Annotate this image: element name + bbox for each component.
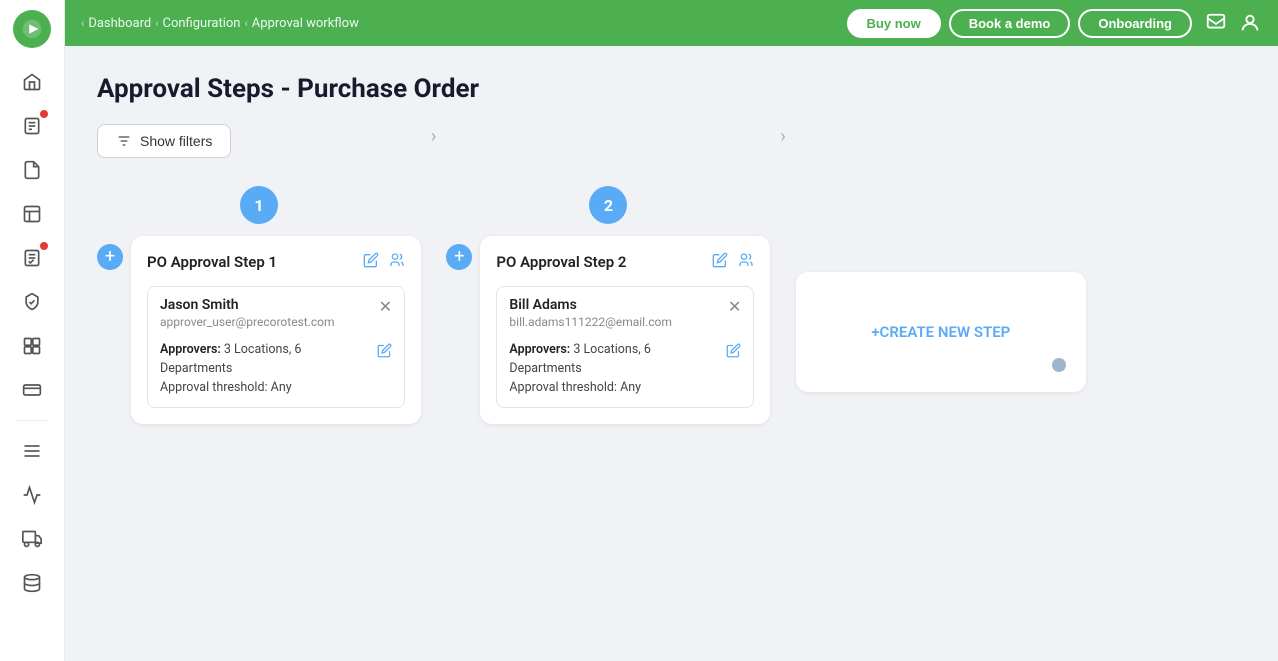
step-2-edit-approver-button[interactable] [726,343,741,362]
notifications-icon[interactable] [1204,11,1228,35]
breadcrumb-configuration[interactable]: Configuration [163,16,241,31]
add-before-step-2-button[interactable]: + [446,244,472,270]
step-1-wrapper: 1 + PO Approval Step 1 [97,186,421,424]
breadcrumb: ‹ Dashboard ‹ Configuration ‹ Approval w… [81,16,847,31]
step-1-approver-email: approver_user@precorotest.com [160,315,392,329]
breadcrumb-arrow-0: ‹ [81,17,84,30]
sidebar-orders[interactable] [14,196,50,232]
step-1-approver-row: Jason Smith approver_user@precorotest.co… [147,286,405,408]
sidebar-payments[interactable] [14,372,50,408]
app-logo[interactable] [13,10,51,48]
drag-dot [1052,358,1066,372]
step-2-wrapper: 2 + PO Approval Step 2 [446,186,770,424]
step-1-col: 1 + PO Approval Step 1 [97,186,421,424]
page-title: Approval Steps - Purchase Order [97,74,1246,104]
filter-icon [116,133,132,149]
step-2-approver-row: Bill Adams bill.adams111222@email.com ✕ … [496,286,754,408]
step-1-actions [363,252,405,272]
arrow-1: › [421,126,446,147]
sidebar-documents[interactable] [14,152,50,188]
onboarding-button[interactable]: Onboarding [1078,9,1192,38]
step-2-approver-info: Approvers: 3 Locations, 6 Departments Ap… [509,341,718,397]
breadcrumb-arrow-2: ‹ [244,17,247,30]
content-area: Approval Steps - Purchase Order Show fil… [65,46,1278,661]
sidebar-compliance[interactable] [14,284,50,320]
step-1-edit-approver-button[interactable] [377,343,392,362]
step-2-approver-name: Bill Adams [509,297,741,313]
arrow-2: › [770,126,795,147]
step-2-actions [712,252,754,272]
step-2-number: 2 [589,186,627,224]
show-filters-button[interactable]: Show filters [97,124,231,158]
step-2-header: PO Approval Step 2 [496,252,754,272]
step-2-title: PO Approval Step 2 [496,253,626,271]
step-1-card: PO Approval Step 1 [131,236,421,424]
show-filters-label: Show filters [140,133,212,149]
topnav: ‹ Dashboard ‹ Configuration ‹ Approval w… [65,0,1278,46]
sidebar-menu[interactable] [14,433,50,469]
buy-now-button[interactable]: Buy now [847,9,941,38]
breadcrumb-arrow-1: ‹ [155,17,158,30]
step-1-approver-details: Approvers: 3 Locations, 6 Departments Ap… [160,341,392,397]
sidebar-requests[interactable] [14,108,50,144]
breadcrumb-approval-workflow[interactable]: Approval workflow [252,16,359,31]
step-1-header: PO Approval Step 1 [147,252,405,272]
step-1-edit-icon[interactable] [363,252,379,272]
step-2-approver-details: Approvers: 3 Locations, 6 Departments Ap… [509,341,741,397]
step-1-remove-approver-button[interactable]: ✕ [379,297,392,316]
step-1-users-icon[interactable] [389,252,405,272]
create-step-label: +CREATE NEW STEP [871,323,1010,341]
sidebar-inventory[interactable] [14,328,50,364]
step-2-col: 2 + PO Approval Step 2 [446,186,770,424]
sidebar-divider [17,420,47,421]
book-demo-button[interactable]: Book a demo [949,9,1071,38]
step-1-title: PO Approval Step 1 [147,253,277,271]
step-1-number: 1 [240,186,278,224]
topnav-buttons: Buy now Book a demo Onboarding [847,9,1192,38]
step-1-approver-info: Approvers: 3 Locations, 6 Departments Ap… [160,341,369,397]
create-new-step-button[interactable]: +CREATE NEW STEP [796,272,1086,392]
step-2-approver-email: bill.adams111222@email.com [509,315,741,329]
breadcrumb-dashboard[interactable]: Dashboard [88,16,151,31]
add-before-step-1-button[interactable]: + [97,244,123,270]
step-2-card: PO Approval Step 2 [480,236,770,424]
sidebar-storage[interactable] [14,565,50,601]
main-area: ‹ Dashboard ‹ Configuration ‹ Approval w… [65,0,1278,661]
create-step-wrapper: +CREATE NEW STEP [796,186,1086,392]
topnav-icons [1204,11,1262,35]
workflow-area: 1 + PO Approval Step 1 [97,186,1246,424]
step-2-remove-approver-button[interactable]: ✕ [728,297,741,316]
step-2-edit-icon[interactable] [712,252,728,272]
sidebar-home[interactable] [14,64,50,100]
step-2-users-icon[interactable] [738,252,754,272]
sidebar-logistics[interactable] [14,521,50,557]
sidebar-analytics[interactable] [14,477,50,513]
user-menu-icon[interactable] [1238,11,1262,35]
sidebar [0,0,65,661]
step-1-approver-name: Jason Smith [160,297,392,313]
sidebar-approvals[interactable] [14,240,50,276]
